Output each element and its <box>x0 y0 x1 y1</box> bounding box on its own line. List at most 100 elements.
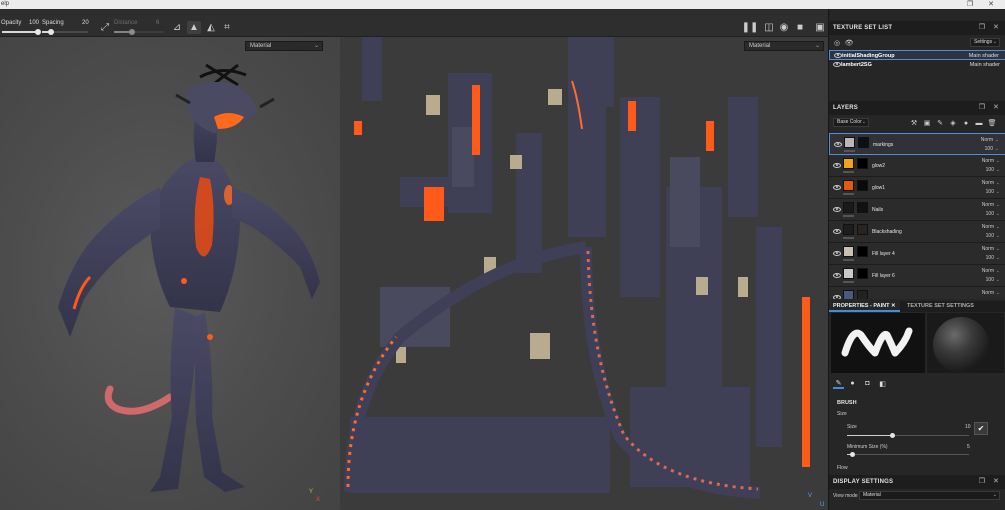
layer-opacity[interactable]: 100 <box>986 233 994 239</box>
layer-mask-thumbnail[interactable] <box>857 246 868 257</box>
chevron-down-icon[interactable]: ⌄ <box>995 137 999 143</box>
chevron-down-icon[interactable]: ⌄ <box>996 189 1000 195</box>
texture-set-settings-button[interactable]: Settings ⌄ <box>970 38 1000 47</box>
viewport-3d[interactable]: Material ⌄ Y X <box>0 37 340 510</box>
layer-blend-mode[interactable]: Norm <box>981 137 993 143</box>
eye-icon[interactable] <box>833 251 841 256</box>
close-window-icon[interactable]: ✕ <box>986 0 996 9</box>
layer-mask-thumbnail[interactable] <box>858 137 869 148</box>
layer-row[interactable]: Nails Norm ⌄ 100 ⌄ <box>829 199 1005 221</box>
layer-row[interactable]: glow2 Norm ⌄ 100 ⌄ <box>829 155 1005 177</box>
size-slider[interactable] <box>847 433 969 438</box>
layer-blend-mode[interactable]: Norm <box>982 290 994 296</box>
material-mode-icon[interactable]: ◧ <box>877 378 888 389</box>
chevron-down-icon[interactable]: ⌄ <box>996 158 1000 164</box>
display-mode-icon[interactable]: ◉ <box>777 21 791 34</box>
camera-icon[interactable]: ■ <box>793 21 807 34</box>
opacity-slider[interactable] <box>2 29 42 35</box>
distance-value[interactable]: 6 <box>156 20 159 26</box>
eye-icon[interactable] <box>834 53 842 58</box>
eye-icon[interactable] <box>833 163 841 168</box>
transform-icon[interactable]: ⌗ <box>220 21 234 34</box>
texture-set-shader[interactable]: Main shader <box>970 60 1000 70</box>
tab-close-icon[interactable]: ✕ <box>891 303 896 309</box>
chevron-down-icon[interactable]: ⌄ <box>996 224 1000 230</box>
eye-icon[interactable] <box>833 207 841 212</box>
spacing-value[interactable]: 20 <box>82 20 89 26</box>
chevron-down-icon[interactable]: ⌄ <box>996 233 1000 239</box>
viewport-2d-material-dropdown[interactable]: Material ⌄ <box>744 41 824 51</box>
add-effect-icon[interactable]: ⚒ <box>910 119 918 127</box>
solo-icon[interactable]: ◎ <box>833 39 841 47</box>
lazy-mouse-icon[interactable]: ⤢ <box>98 21 112 34</box>
layer-row[interactable]: markings Norm ⌄ 100 ⌄ <box>829 133 1005 155</box>
add-paint-layer-icon[interactable]: ✎ <box>936 119 944 127</box>
layer-blend-mode[interactable]: Norm <box>982 202 994 208</box>
spacing-slider[interactable] <box>42 29 88 35</box>
layer-mask-thumbnail[interactable] <box>857 202 868 213</box>
panel-close-icon[interactable]: ✕ <box>991 101 1001 115</box>
layer-opacity[interactable]: 100 <box>986 167 994 173</box>
split-view-icon[interactable]: ◫ <box>762 21 776 34</box>
chevron-down-icon[interactable]: ⌄ <box>996 268 1000 274</box>
layer-mask-thumbnail[interactable] <box>857 158 868 169</box>
layer-mask-thumbnail[interactable] <box>857 224 868 235</box>
restore-window-icon[interactable]: ❐ <box>965 0 975 9</box>
panel-close-icon[interactable]: ✕ <box>991 21 1001 35</box>
eye-icon[interactable] <box>833 62 841 67</box>
chevron-down-icon[interactable]: ⌄ <box>996 167 1000 173</box>
layer-blend-mode[interactable]: Norm <box>982 246 994 252</box>
line-angle-icon[interactable]: ⊿ <box>170 21 184 34</box>
eye-icon[interactable] <box>833 295 841 299</box>
layer-row[interactable]: Blackshading Norm ⌄ 100 ⌄ <box>829 221 1005 243</box>
menu-help[interactable]: elp <box>1 0 9 9</box>
panel-undock-icon[interactable]: ❐ <box>977 475 987 489</box>
chevron-down-icon[interactable]: ⌄ <box>996 246 1000 252</box>
visibility-icon[interactable]: 👁 <box>845 39 854 47</box>
panel-undock-icon[interactable]: ❐ <box>977 101 987 115</box>
viewport-3d-material-dropdown[interactable]: Material ⌄ <box>245 41 323 51</box>
layer-mask-thumbnail[interactable] <box>857 268 868 279</box>
layer-row[interactable]: Fill layer 4 Norm ⌄ 100 ⌄ <box>829 243 1005 265</box>
brush-tool-icon[interactable]: ✎ <box>833 378 844 389</box>
layer-opacity[interactable]: 100 <box>986 255 994 261</box>
screenshot-icon[interactable]: ▣ <box>813 21 827 34</box>
alpha-icon[interactable]: ● <box>847 378 858 389</box>
view-mode-dropdown[interactable]: Material ⌄ <box>859 491 1000 500</box>
channel-dropdown[interactable]: Base Color ⌄ <box>833 118 869 127</box>
pause-icon[interactable]: ❚❚ <box>742 21 759 34</box>
layer-row[interactable]: glow1 Norm ⌄ 100 ⌄ <box>829 177 1005 199</box>
layer-mask-thumbnail[interactable] <box>857 290 868 299</box>
texture-set-item[interactable]: lambert2SG Main shader <box>829 60 1005 70</box>
pen-pressure-toggle[interactable]: ✔ <box>974 422 988 435</box>
min-size-value[interactable]: 5 <box>967 444 970 450</box>
layer-blend-mode[interactable]: Norm <box>982 180 994 186</box>
layer-row[interactable]: Norm⌄⌄ <box>829 287 1005 299</box>
texture-set-item[interactable]: initialShadingGroup Main shader <box>829 50 1005 60</box>
size-value[interactable]: 10 <box>965 424 971 430</box>
delete-layer-icon[interactable]: 🗑 <box>988 119 997 127</box>
chevron-down-icon[interactable]: ⌄ <box>996 290 1000 296</box>
viewport-2d-uv[interactable]: Material ⌄ V U <box>340 37 828 510</box>
eye-icon[interactable] <box>834 142 842 147</box>
min-size-slider[interactable] <box>847 452 969 457</box>
add-fill-layer-icon[interactable]: ◈ <box>949 119 957 127</box>
layer-blend-mode[interactable]: Norm <box>982 268 994 274</box>
add-smart-material-icon[interactable]: ● <box>962 119 970 127</box>
chevron-down-icon[interactable]: ⌄ <box>996 277 1000 283</box>
chevron-down-icon[interactable]: ⌄ <box>996 202 1000 208</box>
layer-mask-thumbnail[interactable] <box>857 180 868 191</box>
add-folder-icon[interactable]: ▬ <box>975 119 983 127</box>
layer-blend-mode[interactable]: Norm <box>982 158 994 164</box>
chevron-down-icon[interactable]: ⌄ <box>996 211 1000 217</box>
chevron-down-icon[interactable]: ⌄ <box>995 146 999 152</box>
tab-texture-set-settings[interactable]: TEXTURE SET SETTINGS <box>903 301 978 312</box>
layer-row[interactable]: Fill layer 6 Norm ⌄ 100 ⌄ <box>829 265 1005 287</box>
layer-opacity[interactable]: 100 <box>986 277 994 283</box>
mirror-icon[interactable]: ◭ <box>204 21 218 34</box>
layer-opacity[interactable]: 100 <box>986 211 994 217</box>
eye-icon[interactable] <box>833 185 841 190</box>
layer-blend-mode[interactable]: Norm <box>982 224 994 230</box>
distance-slider[interactable] <box>114 29 164 35</box>
chevron-down-icon[interactable]: ⌄ <box>996 180 1000 186</box>
